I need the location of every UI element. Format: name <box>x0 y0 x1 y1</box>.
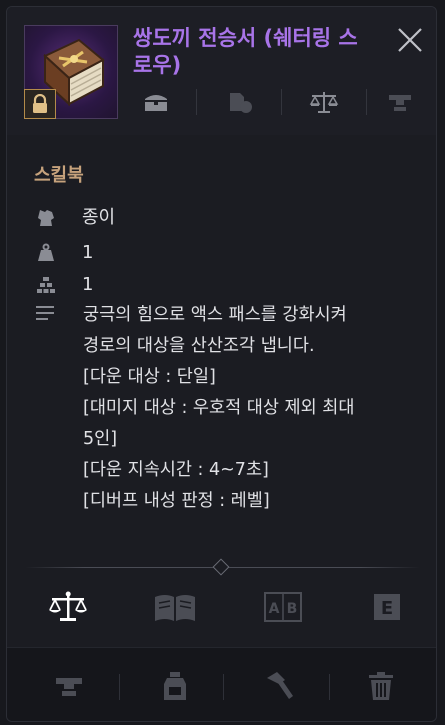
item-title: 쌍도끼 전승서 (쉐터링 스로우) <box>133 26 358 77</box>
potion-icon <box>164 672 186 700</box>
svg-text:B: B <box>287 601 298 617</box>
tab-compare[interactable]: A B <box>258 582 308 632</box>
tab-price[interactable] <box>43 582 93 632</box>
section-divider <box>25 558 420 576</box>
description-line: [다운 지속시간 : 4~7초] <box>83 460 269 480</box>
item-thumbnail <box>24 25 118 119</box>
description-line: [디버프 내성 판정 : 레벨] <box>83 491 270 511</box>
description-line: [대미지 대상 : 우호적 대상 제외 최대 <box>83 398 355 418</box>
close-icon <box>398 28 422 52</box>
anvil-icon <box>385 87 415 117</box>
stack-icon <box>35 272 57 298</box>
storage-chest-icon <box>141 87 171 117</box>
action-bar <box>7 647 436 721</box>
lock-icon <box>24 89 56 119</box>
item-description: 궁극의 힘으로 액스 패스를 강화시켜 경로의 대상을 산산조각 냅니다. [다… <box>83 300 413 517</box>
stack-value: 1 <box>82 274 94 295</box>
item-header: 쌍도끼 전승서 (쉐터링 스로우) <box>7 7 436 135</box>
repair-button[interactable] <box>49 666 89 706</box>
dismantle-button[interactable] <box>259 666 299 706</box>
anvil-icon <box>56 678 82 696</box>
svg-text:E: E <box>381 598 393 619</box>
ab-compare-icon: A B <box>264 592 302 622</box>
item-category: 스킬북 <box>34 165 84 186</box>
header-icon-row <box>133 87 423 117</box>
description-line: 경로의 대상을 산산조각 냅니다. <box>83 336 315 356</box>
tab-extra[interactable]: E <box>362 582 412 632</box>
e-key-icon: E <box>374 594 400 620</box>
svg-text:A: A <box>269 601 280 617</box>
upgrade-icon <box>225 87 255 117</box>
hammer-icon <box>267 672 293 699</box>
material-icon <box>35 205 57 231</box>
stack-row: 1 <box>35 272 93 298</box>
scale-icon <box>309 87 339 117</box>
weight-icon <box>35 240 57 266</box>
description-line: 궁극의 힘으로 액스 패스를 강화시켜 <box>83 305 347 325</box>
trash-icon <box>369 672 393 700</box>
delete-button[interactable] <box>361 666 401 706</box>
description-line: 5인] <box>83 429 118 449</box>
weight-value: 1 <box>82 242 94 263</box>
close-button[interactable] <box>393 23 427 57</box>
tab-guide[interactable] <box>150 582 200 632</box>
use-button[interactable] <box>155 666 195 706</box>
description-icon <box>35 305 57 325</box>
description-line: [다운 대상 : 단일] <box>83 367 216 387</box>
material-value: 종이 <box>82 207 116 228</box>
open-book-icon <box>155 595 195 621</box>
item-tooltip-panel: 쌍도끼 전승서 (쉐터링 스로우) 스킬북 종이 1 1 궁극의 힘으로 액스 … <box>6 6 437 722</box>
item-details: 스킬북 종이 1 1 궁극의 힘으로 액스 패스를 강화시켜 경로의 대상을 산… <box>7 135 436 547</box>
weight-row: 1 <box>35 240 93 266</box>
scale-icon <box>49 591 87 621</box>
info-tabs: A B E <box>7 582 436 632</box>
material-row: 종이 <box>35 205 115 231</box>
